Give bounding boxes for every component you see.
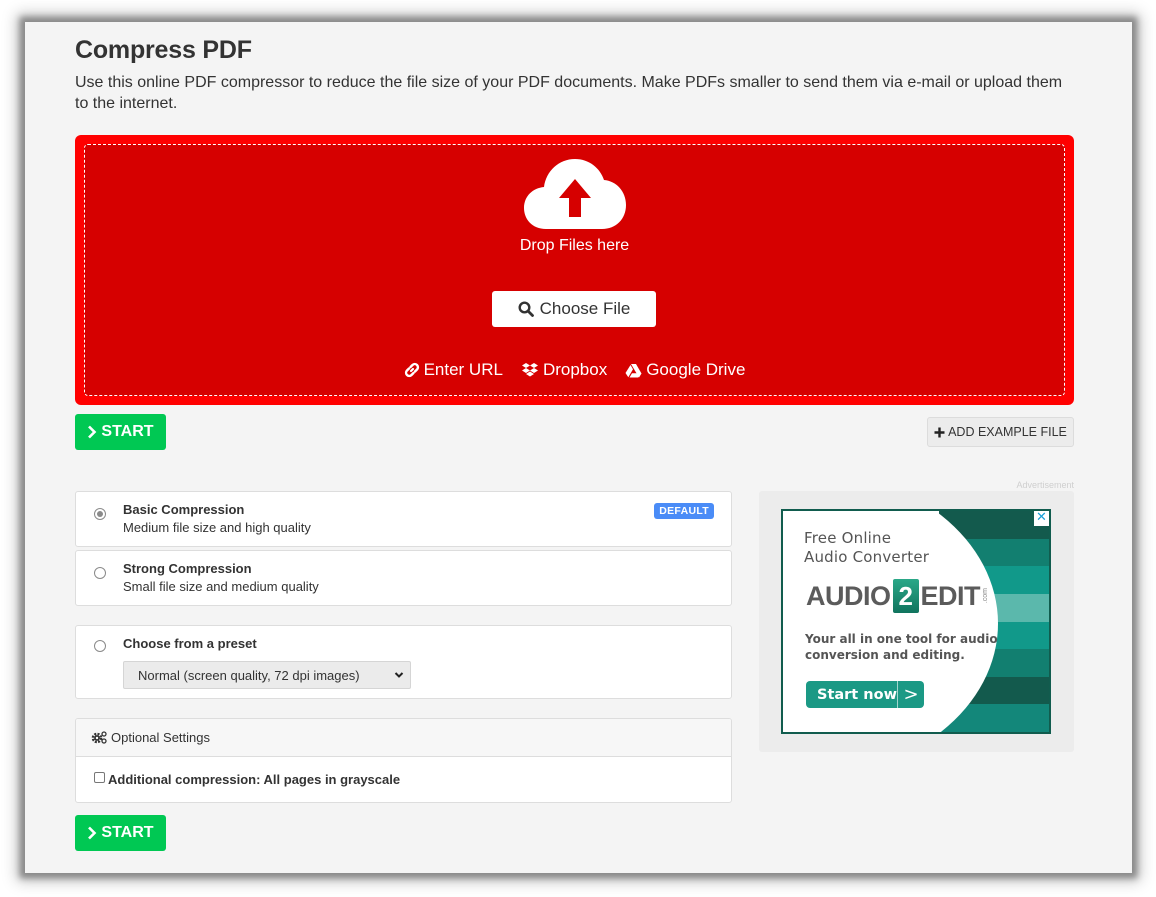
option-title: Basic Compression — [123, 502, 245, 517]
ad-cta-label: Start now — [817, 686, 897, 703]
enter-url-label: Enter URL — [423, 360, 503, 379]
page-description: Use this online PDF compressor to reduce… — [75, 74, 1063, 112]
optional-settings-panel: Optional Settings Additional compression… — [75, 718, 732, 803]
option-basic-compression[interactable]: Basic Compression Medium file size and h… — [75, 491, 732, 547]
cloud-upload-icon — [524, 159, 626, 229]
page-title: Compress PDF — [75, 36, 252, 64]
optional-settings-title: Optional Settings — [111, 730, 211, 745]
chevron-right-icon — [88, 826, 97, 840]
ad-body-line2: conversion and editing. — [805, 648, 965, 662]
option-subtitle: Medium file size and high quality — [123, 520, 311, 535]
audio2edit-logo: AUDIO 2 EDIT .com — [806, 579, 989, 613]
logo-com: .com — [982, 588, 990, 604]
optional-settings-header[interactable]: Optional Settings — [76, 719, 731, 757]
source-links: Enter URL Dropbox Google Drive — [85, 360, 1064, 380]
dropzone-inner[interactable]: Drop Files here Choose File Enter URL Dr… — [84, 144, 1065, 396]
chevron-right-icon — [88, 425, 97, 439]
grayscale-option[interactable]: Additional compression: All pages in gra… — [76, 757, 731, 801]
choose-file-button[interactable]: Choose File — [492, 291, 656, 327]
ad-start-now-button[interactable]: Start now > — [806, 681, 924, 708]
option-title: Strong Compression — [123, 561, 252, 576]
gears-icon — [91, 731, 107, 744]
option-title: Choose from a preset — [123, 636, 257, 651]
strong-compression-radio[interactable] — [94, 567, 106, 579]
advertisement-label: Advertisement — [1016, 480, 1074, 490]
ad-headline: Free Online Audio Converter — [804, 529, 929, 567]
search-icon — [518, 301, 534, 317]
dropbox-link[interactable]: Dropbox — [521, 360, 607, 380]
ad-close-icon[interactable]: ✕ — [1034, 511, 1049, 526]
enter-url-link[interactable]: Enter URL — [404, 360, 503, 380]
grayscale-checkbox[interactable] — [94, 772, 105, 783]
advertisement-box: ✕ Free Online Audio Converter AUDIO 2 ED… — [759, 491, 1074, 752]
dropbox-icon — [521, 363, 538, 377]
logo-edit: EDIT — [920, 580, 981, 611]
dropbox-label: Dropbox — [542, 360, 608, 379]
preset-radio[interactable] — [94, 640, 106, 652]
google-drive-link[interactable]: Google Drive — [625, 360, 745, 380]
choose-file-label: Choose File — [539, 299, 631, 318]
default-badge: DEFAULT — [654, 503, 714, 519]
ad-banner[interactable]: ✕ Free Online Audio Converter AUDIO 2 ED… — [781, 509, 1051, 734]
plus-icon — [934, 427, 945, 437]
preset-select-value: Normal (screen quality, 72 dpi images) — [138, 667, 360, 683]
ad-body-line1: Your all in one tool for audio — [805, 632, 998, 646]
grayscale-label: Additional compression: All pages in gra… — [108, 771, 401, 787]
option-subtitle: Small file size and medium quality — [123, 579, 319, 594]
ad-headline-line1: Free Online — [804, 529, 892, 547]
ad-headline-line2: Audio Converter — [804, 548, 930, 566]
chevron-down-icon — [394, 672, 404, 678]
start-button-bottom[interactable]: START — [75, 815, 166, 851]
start-label: START — [101, 824, 154, 841]
google-drive-label: Google Drive — [646, 360, 746, 379]
drop-files-label: Drop Files here — [519, 237, 630, 254]
add-example-label: ADD EXAMPLE FILE — [948, 425, 1067, 439]
file-dropzone[interactable]: Drop Files here Choose File Enter URL Dr… — [75, 135, 1074, 405]
logo-audio: AUDIO — [806, 580, 891, 611]
option-strong-compression[interactable]: Strong Compression Small file size and m… — [75, 550, 732, 606]
logo-two: 2 — [892, 579, 919, 613]
link-icon — [404, 362, 419, 378]
preset-select[interactable]: Normal (screen quality, 72 dpi images) — [123, 661, 411, 689]
option-preset[interactable]: Choose from a preset Normal (screen qual… — [75, 625, 732, 699]
google-drive-icon — [625, 363, 642, 377]
ad-cta-arrow-icon: > — [897, 681, 924, 708]
browser-page: Compress PDF Use this online PDF compres… — [25, 22, 1132, 873]
basic-compression-radio[interactable] — [94, 508, 106, 520]
ad-body: Your all in one tool for audio conversio… — [805, 631, 998, 663]
start-button-top[interactable]: START — [75, 414, 166, 450]
add-example-file-button[interactable]: ADD EXAMPLE FILE — [927, 417, 1074, 447]
start-label: START — [101, 423, 154, 440]
